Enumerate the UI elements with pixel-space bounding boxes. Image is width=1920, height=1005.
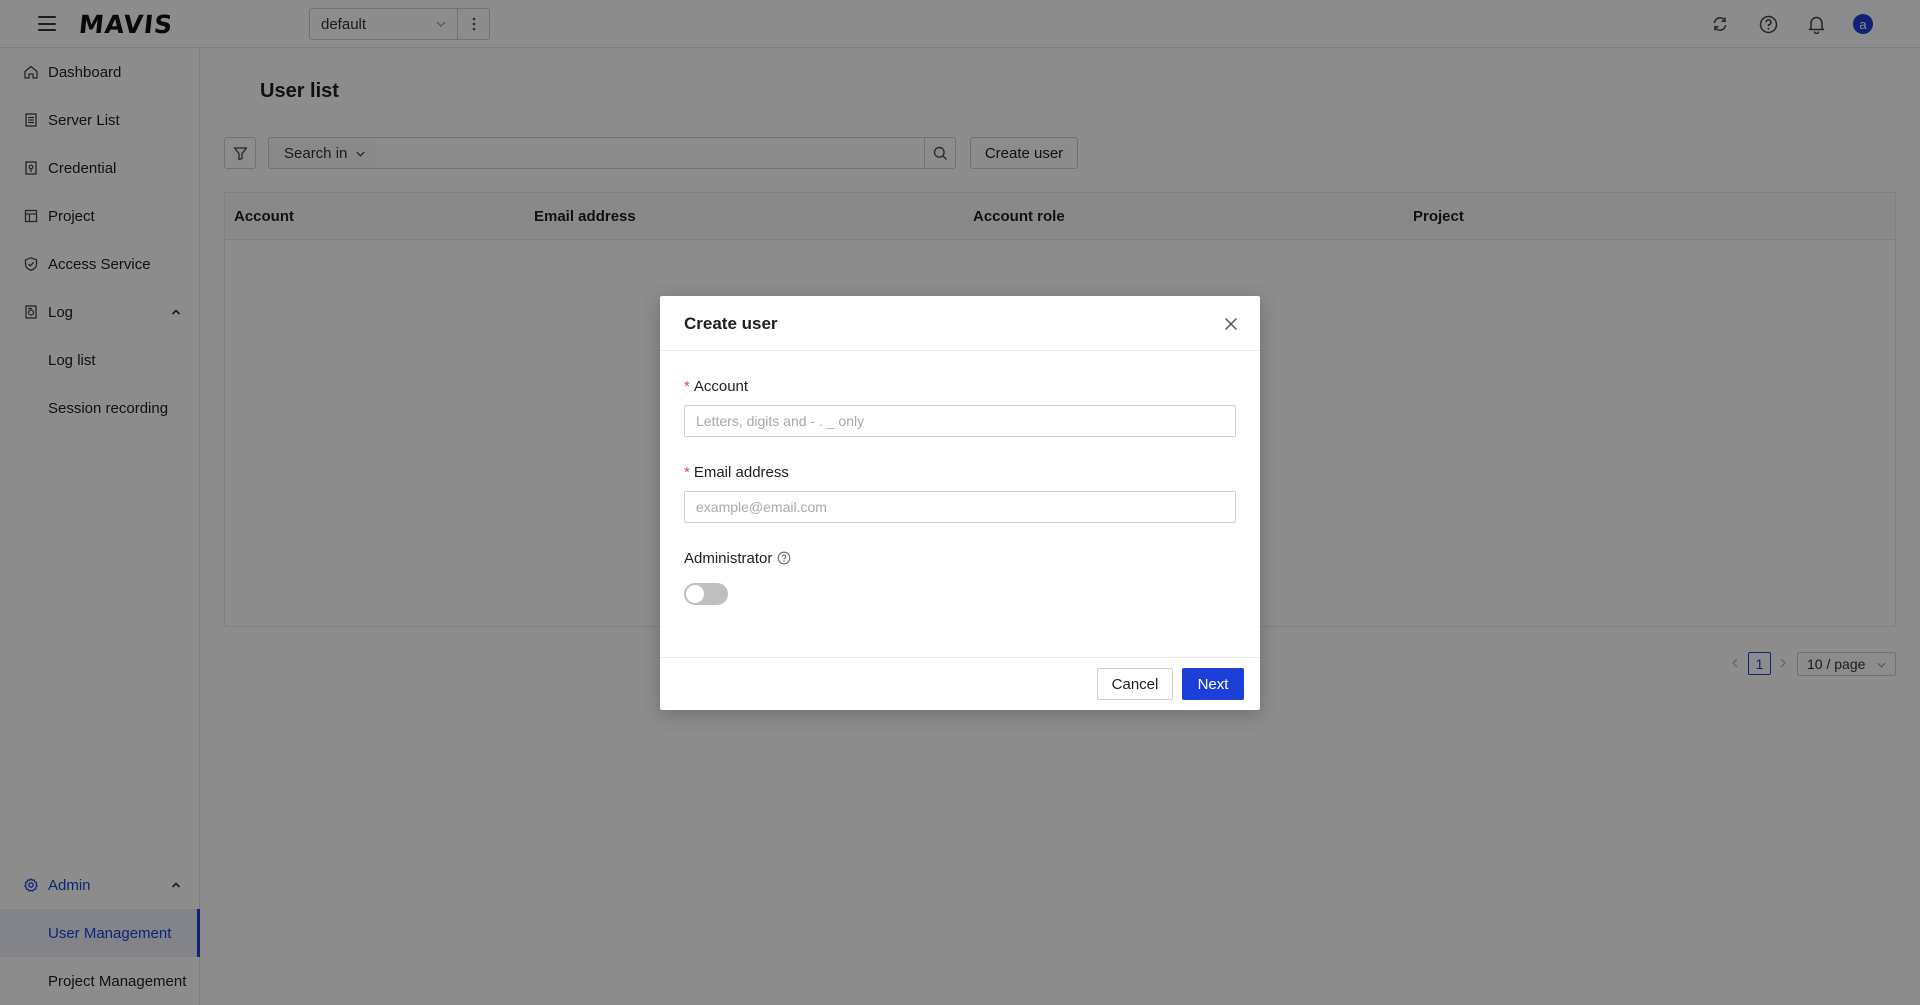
app-root: MAVIS default a Dashboard Server List Cr…	[0, 0, 1920, 1005]
email-input[interactable]	[684, 491, 1236, 523]
account-label-text: Account	[693, 378, 749, 395]
question-circle-icon[interactable]	[777, 551, 791, 565]
email-label-text: Email address	[693, 464, 789, 481]
cancel-button[interactable]: Cancel	[1097, 668, 1173, 700]
dialog-title: Create user	[684, 314, 778, 333]
toggle-knob	[686, 585, 704, 603]
required-asterisk: *	[684, 464, 690, 481]
account-input[interactable]	[684, 405, 1236, 437]
administrator-label-text: Administrator	[684, 550, 773, 567]
create-user-dialog: Create user *Account *Email address Admi…	[660, 296, 1260, 710]
dialog-footer: Cancel Next	[660, 657, 1260, 710]
next-button[interactable]: Next	[1182, 668, 1244, 700]
required-asterisk: *	[684, 378, 690, 395]
email-field-label: * Email address	[684, 464, 789, 481]
account-field-label: * Account	[684, 378, 748, 395]
administrator-toggle[interactable]	[684, 583, 728, 605]
dialog-header: Create user	[660, 296, 1260, 351]
close-icon[interactable]	[1223, 316, 1239, 332]
administrator-field-label: Administrator	[684, 550, 791, 567]
